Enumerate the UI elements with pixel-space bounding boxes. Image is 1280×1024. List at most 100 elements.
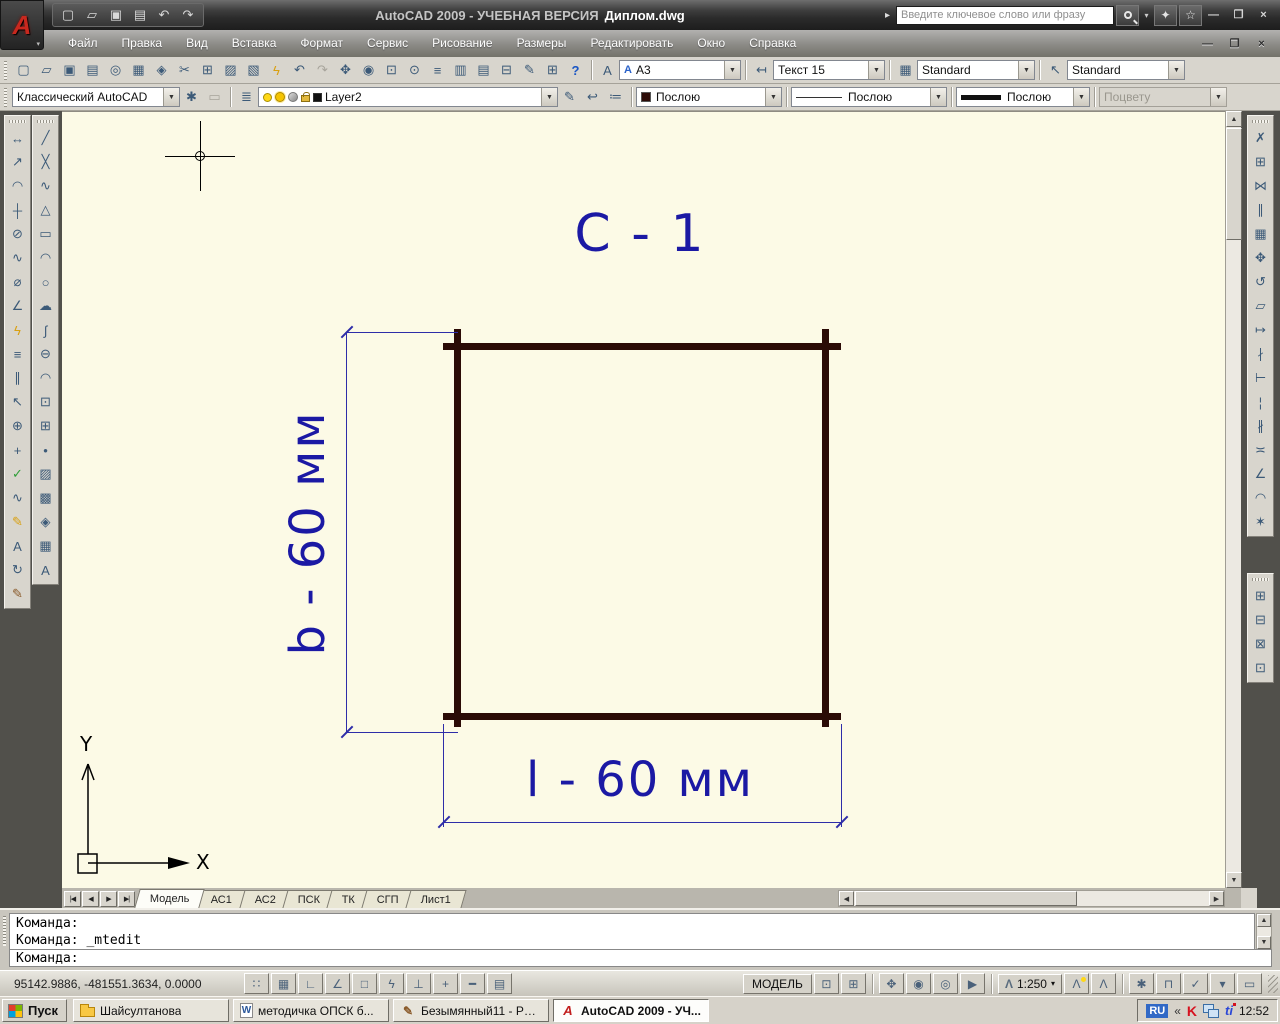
- combo-arrow-icon[interactable]: ▼: [724, 61, 740, 79]
- cad-label-c1[interactable]: С - 1: [490, 204, 790, 264]
- snap-toggle[interactable]: ∷: [244, 973, 269, 994]
- scroll-left-icon[interactable]: ◀: [839, 891, 854, 906]
- menu-item[interactable]: Вид: [174, 30, 220, 57]
- ortho-toggle[interactable]: ∟: [298, 973, 323, 994]
- doc-close-icon[interactable]: ×: [1251, 35, 1272, 52]
- doc-minimize-icon[interactable]: —: [1197, 35, 1218, 52]
- insert-block-icon[interactable]: ⊡: [34, 390, 57, 414]
- command-scrollbar[interactable]: ▲ ▼: [1256, 913, 1272, 950]
- dim-continue-icon[interactable]: ∥: [6, 366, 29, 390]
- cut-icon[interactable]: ✂: [173, 59, 196, 82]
- model-space-button[interactable]: МОДЕЛЬ: [742, 973, 812, 994]
- quick-leader-icon[interactable]: ↖: [6, 390, 29, 414]
- menu-item[interactable]: Рисование: [420, 30, 504, 57]
- plot-icon[interactable]: ▤: [81, 59, 104, 82]
- application-menu-button[interactable]: A ▾: [0, 0, 44, 50]
- menu-item[interactable]: Редактировать: [578, 30, 685, 57]
- annotation-visibility-icon[interactable]: Λ: [1064, 973, 1089, 994]
- text-style-icon[interactable]: A: [596, 59, 619, 82]
- send-to-back-icon[interactable]: ⊟: [1249, 608, 1272, 632]
- lineweight-select[interactable]: Послою ▼: [956, 87, 1090, 107]
- tolerance-icon[interactable]: ⊕: [6, 414, 29, 438]
- toolbar-grip[interactable]: [9, 120, 26, 123]
- quick-view-layouts-icon[interactable]: ⊡: [813, 973, 839, 994]
- help-icon[interactable]: ?: [564, 59, 587, 82]
- clean-screen-dropdown-icon[interactable]: ▾: [1210, 973, 1235, 994]
- dim-edit-icon[interactable]: ✎: [6, 510, 29, 534]
- region-icon[interactable]: ◈: [34, 510, 57, 534]
- dim-baseline-icon[interactable]: ≡: [6, 342, 29, 366]
- array-icon[interactable]: ▦: [1249, 222, 1272, 246]
- app-window-icon[interactable]: ▭: [1237, 973, 1262, 994]
- scale-icon[interactable]: ▱: [1249, 294, 1272, 318]
- text-style-select[interactable]: А А3 ▼: [619, 60, 741, 80]
- menu-item[interactable]: Файл: [56, 30, 110, 57]
- menu-item[interactable]: Правка: [110, 30, 175, 57]
- workspace-select[interactable]: Классический AutoCAD ▼: [12, 87, 180, 107]
- undo-icon[interactable]: ↶: [155, 7, 173, 23]
- tab-next-icon[interactable]: ▶: [100, 891, 117, 907]
- lwt-toggle[interactable]: ━: [460, 973, 485, 994]
- paste-icon[interactable]: ▨: [219, 59, 242, 82]
- dim-radius-icon[interactable]: ⊘: [6, 222, 29, 246]
- showmotion-icon[interactable]: ▶: [959, 973, 985, 994]
- offset-icon[interactable]: ∥: [1249, 198, 1272, 222]
- dim-text-edit-icon[interactable]: A: [6, 534, 29, 558]
- kaspersky-icon[interactable]: K: [1187, 1003, 1197, 1019]
- command-history[interactable]: Команда: Команда: _mtedit: [9, 913, 1255, 950]
- markup-icon[interactable]: ✎: [518, 59, 541, 82]
- menu-item[interactable]: Окно: [685, 30, 737, 57]
- join-icon[interactable]: ≍: [1249, 438, 1272, 462]
- menu-item[interactable]: Формат: [288, 30, 355, 57]
- match-properties-icon[interactable]: ▧: [242, 59, 265, 82]
- open-icon[interactable]: ▱: [83, 7, 101, 23]
- table-icon[interactable]: ▦: [34, 534, 57, 558]
- linetype-select[interactable]: Послою ▼: [791, 87, 947, 107]
- bring-to-front-icon[interactable]: ⊞: [1249, 584, 1272, 608]
- extend-icon[interactable]: ⊢: [1249, 366, 1272, 390]
- line-icon[interactable]: ╱: [34, 126, 57, 150]
- tab-prev-icon[interactable]: ◀: [82, 891, 99, 907]
- combo-arrow-icon[interactable]: ▼: [1073, 88, 1089, 106]
- pan-icon[interactable]: ✥: [878, 973, 904, 994]
- ellipse-arc-icon[interactable]: ◠: [34, 366, 57, 390]
- dim-ext-left[interactable]: [443, 724, 444, 827]
- tab-first-icon[interactable]: |◀: [64, 891, 81, 907]
- restore-icon[interactable]: ❐: [1228, 6, 1249, 23]
- sheet-set-manager-icon[interactable]: ⊟: [495, 59, 518, 82]
- menu-item[interactable]: Сервис: [355, 30, 420, 57]
- ti-tray-icon[interactable]: ti: [1225, 1003, 1236, 1018]
- menu-item[interactable]: Справка: [737, 30, 808, 57]
- dim-inspect-icon[interactable]: ✓: [6, 462, 29, 486]
- square-top-line[interactable]: [443, 343, 841, 350]
- designcenter-icon[interactable]: ▥: [449, 59, 472, 82]
- quick-view-drawings-icon[interactable]: ⊞: [840, 973, 866, 994]
- toolbar-grip[interactable]: [1252, 120, 1269, 123]
- redo-icon[interactable]: ↷: [179, 7, 197, 23]
- task-folder-shaysultanova[interactable]: Шайсултанова: [73, 999, 229, 1022]
- command-window[interactable]: Команда: Команда: _mtedit ▲ ▼ Команда:: [0, 908, 1280, 970]
- break-at-point-icon[interactable]: ¦: [1249, 390, 1272, 414]
- tab-model[interactable]: Модель: [134, 889, 206, 908]
- dim-text-horizontal[interactable]: l - 60 мм: [490, 752, 790, 808]
- workspace-gear-icon[interactable]: ✱: [1129, 973, 1154, 994]
- command-window-grip[interactable]: [3, 916, 6, 946]
- toolbar-grip[interactable]: [37, 120, 54, 123]
- annotation-autoscale-icon[interactable]: Λ: [1091, 973, 1116, 994]
- fillet-icon[interactable]: ◠: [1249, 486, 1272, 510]
- polar-toggle[interactable]: ∠: [325, 973, 350, 994]
- dim-style-icon[interactable]: ✎: [6, 582, 29, 606]
- 3d-dwf-icon[interactable]: ◈: [150, 59, 173, 82]
- scroll-right-icon[interactable]: ▶: [1209, 891, 1224, 906]
- task-word-metodichka[interactable]: W методичка ОПСК б...: [233, 999, 389, 1022]
- tray-collapse-icon[interactable]: «: [1174, 1004, 1181, 1018]
- search-dropdown-icon[interactable]: ▾: [1141, 5, 1152, 26]
- layer-vp-freeze-icon[interactable]: [288, 92, 298, 102]
- start-button[interactable]: Пуск: [2, 999, 67, 1022]
- communication-center-icon[interactable]: ✦: [1154, 4, 1177, 26]
- zoom-window-icon[interactable]: ⊡: [380, 59, 403, 82]
- trim-icon[interactable]: ∤: [1249, 342, 1272, 366]
- dyn-toggle[interactable]: +: [433, 973, 458, 994]
- minimize-icon[interactable]: —: [1203, 6, 1224, 23]
- table-style-select[interactable]: Standard ▼: [917, 60, 1035, 80]
